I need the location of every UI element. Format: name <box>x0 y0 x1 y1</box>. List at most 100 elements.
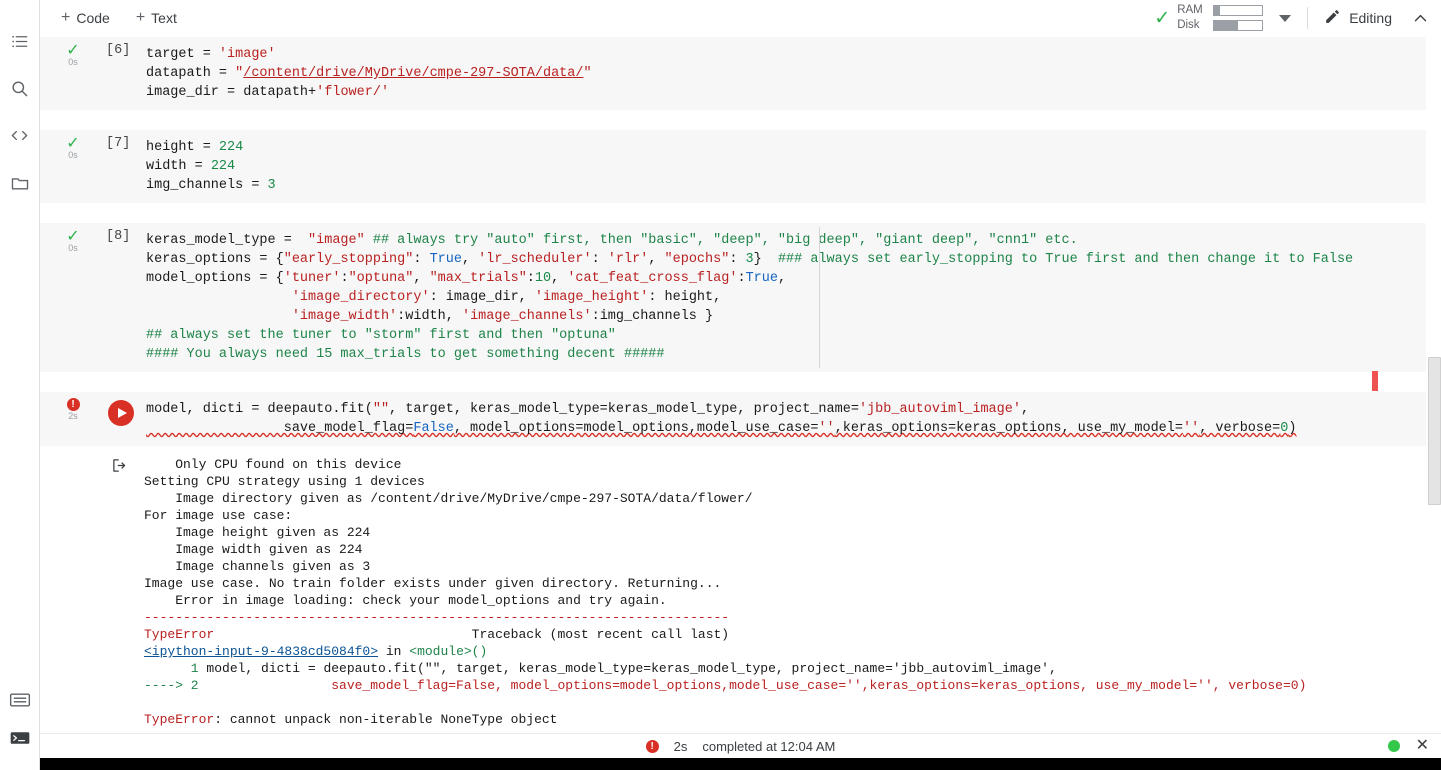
code-token: '' <box>1183 421 1199 436</box>
editing-mode-button[interactable]: Editing <box>1324 8 1392 28</box>
sidebar-item-command-palette[interactable] <box>0 676 40 723</box>
window-bottom-edge <box>0 758 1441 770</box>
code-token: 'image_width' <box>292 309 397 324</box>
folder-icon <box>10 173 30 192</box>
cell-error-icon: ! <box>67 398 80 411</box>
colab-notebook-window: + Code + Text ✓ RAM Disk <box>0 0 1441 770</box>
cell-output: Only CPU found on this device Setting CP… <box>40 446 1441 733</box>
run-cell-button[interactable] <box>108 400 134 426</box>
sidebar-item-files[interactable] <box>0 159 40 206</box>
code-token: '' <box>818 421 834 436</box>
traceback-final-error-message: : cannot unpack non-iterable NoneType ob… <box>214 712 557 727</box>
add-text-cell-label: Text <box>151 11 177 25</box>
notebook-scroll-area[interactable]: ✓0s[6]target = 'image' datapath = "/cont… <box>40 37 1441 733</box>
toolbar-right-group: ✓ RAM Disk <box>1154 4 1441 32</box>
code-cell[interactable]: ✓0s[8]keras_model_type = "image" ## alwa… <box>40 223 1441 392</box>
sidebar-item-search[interactable] <box>0 65 40 112</box>
vertical-scrollbar[interactable] <box>1426 37 1441 733</box>
code-token: , <box>413 271 429 286</box>
code-token: target = <box>146 47 219 62</box>
disk-bar <box>1213 20 1263 31</box>
cell-gutter[interactable]: ✓0s <box>40 37 106 110</box>
disk-usage-row: Disk <box>1177 19 1263 32</box>
cell-execution-count: [7] <box>106 136 130 151</box>
editing-label: Editing <box>1349 10 1392 26</box>
code-token: 224 <box>211 159 235 174</box>
code-brackets-icon <box>9 126 30 145</box>
cell-execution-count: [8] <box>106 229 130 244</box>
code-cell-body[interactable]: ✓0s[8]keras_model_type = "image" ## alwa… <box>40 223 1441 372</box>
sidebar-item-code-snippets[interactable] <box>0 112 40 159</box>
output-traceback: ----------------------------------------… <box>40 609 1441 728</box>
code-token: datapath = <box>146 66 235 81</box>
code-token: img_channels = <box>146 178 268 193</box>
code-token: , verbose= <box>1199 421 1280 436</box>
status-duration: 2s <box>674 739 688 754</box>
code-token: : image_dir, <box>430 290 535 305</box>
code-token: True <box>430 252 462 267</box>
cell-gutter[interactable]: ✓0s <box>40 223 106 372</box>
plus-icon: + <box>136 10 145 26</box>
code-token <box>146 309 292 324</box>
code-token: save_model_flag= <box>146 421 413 436</box>
code-token: "early_stopping" <box>284 252 414 267</box>
code-token: False <box>413 421 454 436</box>
resource-usage-indicator[interactable]: RAM Disk <box>1177 4 1263 32</box>
code-token: 'rlr' <box>608 252 649 267</box>
cell-source-code[interactable]: keras_model_type = "image" ## always try… <box>40 231 1441 364</box>
code-token <box>146 290 292 305</box>
code-cell[interactable]: ✓0s[7]height = 224 width = 224 img_chann… <box>40 130 1441 223</box>
code-cell-body[interactable]: ✓0s[7]height = 224 width = 224 img_chann… <box>40 130 1441 203</box>
notebook-toolbar: + Code + Text ✓ RAM Disk <box>40 0 1441 37</box>
close-status-button[interactable]: ✕ <box>1416 738 1429 754</box>
code-token: 'flower/' <box>316 85 389 100</box>
cell-gap <box>40 372 1441 392</box>
cell-source-code[interactable]: target = 'image' datapath = "/content/dr… <box>40 45 1441 102</box>
cell-gutter[interactable]: !2s <box>40 392 106 446</box>
code-token: :img_channels } <box>592 309 714 324</box>
code-token: "" <box>373 402 389 417</box>
code-token: : <box>413 252 429 267</box>
code-token: "image" <box>308 233 365 248</box>
sidebar-item-terminal[interactable] <box>0 723 40 770</box>
sidebar-item-table-of-contents[interactable] <box>0 18 40 65</box>
pencil-icon <box>1324 8 1341 28</box>
traceback-error-arrow: ----> 2 <box>144 678 199 693</box>
cell-source-code[interactable]: height = 224 width = 224 img_channels = … <box>40 138 1441 195</box>
code-cell-body[interactable]: !2smodel, dicti = deepauto.fit("", targe… <box>40 392 1441 446</box>
code-token: , target, keras_model_type=keras_model_t… <box>389 402 859 417</box>
code-cell-running[interactable]: !2smodel, dicti = deepauto.fit("", targe… <box>40 392 1441 446</box>
code-token: ## always set the tuner to "storm" first… <box>146 328 616 343</box>
code-cell-body[interactable]: ✓0s[6]target = 'image' datapath = "/cont… <box>40 37 1441 110</box>
code-token: keras_options = { <box>146 252 284 267</box>
cell-gutter[interactable]: ✓0s <box>40 130 106 203</box>
traceback-header-text: Traceback (most recent call last) <box>214 627 729 642</box>
cell-source-code[interactable]: model, dicti = deepauto.fit("", target, … <box>40 400 1441 438</box>
add-code-cell-button[interactable]: + Code <box>57 7 114 29</box>
traceback-file-link[interactable]: <ipython-input-9-4838cd5084f0> <box>144 644 378 659</box>
ram-label: RAM <box>1177 5 1207 17</box>
code-token: , <box>648 252 664 267</box>
kernel-status-indicator <box>1388 740 1400 752</box>
add-text-cell-button[interactable]: + Text <box>132 7 181 29</box>
chevron-up-icon[interactable] <box>1412 10 1429 27</box>
code-token: , model_options=model_options,model_use_… <box>454 421 819 436</box>
output-bracket-icon <box>112 458 127 478</box>
status-right-group: ✕ <box>1388 738 1429 754</box>
toolbar-left-group: + Code + Text <box>40 7 181 29</box>
search-icon <box>10 79 29 98</box>
traceback-module-name: <module>() <box>409 644 487 659</box>
ram-bar-fill <box>1214 6 1220 15</box>
list-icon <box>10 32 29 51</box>
code-token: : <box>592 252 608 267</box>
code-token: model, dicti = deepauto.fit( <box>146 402 373 417</box>
cell-success-check-icon: ✓ <box>66 43 79 57</box>
cell-run-time: 0s <box>68 151 78 160</box>
add-code-cell-label: Code <box>76 11 109 25</box>
code-token: , <box>1021 402 1029 417</box>
code-cell[interactable]: ✓0s[6]target = 'image' datapath = "/cont… <box>40 37 1441 130</box>
traceback-source-line-2: save_model_flag=False, model_options=mod… <box>199 678 1307 693</box>
code-token: : <box>340 271 348 286</box>
chevron-down-icon[interactable] <box>1279 15 1291 22</box>
vertical-scrollbar-thumb[interactable] <box>1428 357 1441 505</box>
